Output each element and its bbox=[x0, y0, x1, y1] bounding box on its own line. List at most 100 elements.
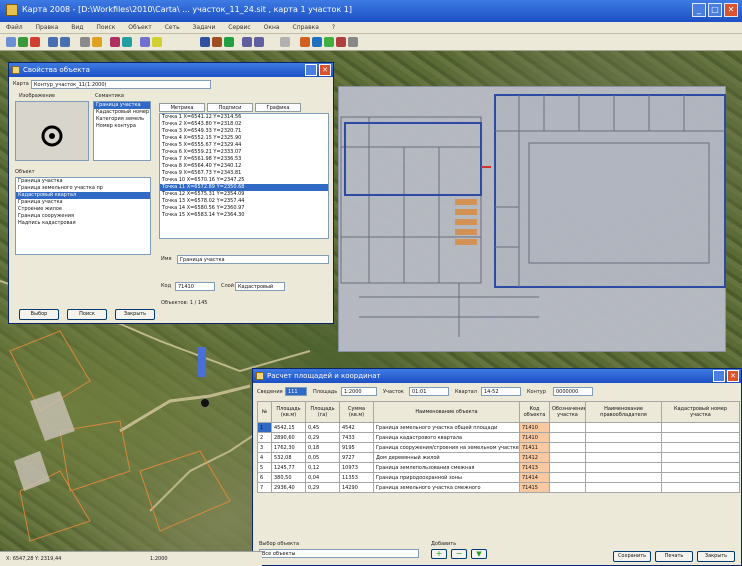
table-row[interactable]: 4 532,08 0,05 9727 Дом деревянный жилой 71412 bbox=[257, 452, 740, 463]
report-icon[interactable] bbox=[336, 37, 346, 47]
list-item[interactable]: Точка 15 X=6583.14 Y=2364.30 bbox=[160, 212, 328, 219]
column-header[interactable]: Наименование правообладателя bbox=[585, 401, 662, 423]
menu-question[interactable]: ? bbox=[332, 24, 335, 31]
table-cell[interactable]: 0,29 bbox=[305, 432, 340, 443]
minimize-icon[interactable]: _ bbox=[692, 3, 706, 17]
table-cell[interactable] bbox=[661, 482, 740, 493]
menu-help[interactable]: Справка bbox=[293, 24, 319, 31]
object-list[interactable]: Граница участка Граница земельного участ… bbox=[15, 177, 151, 255]
object-properties-window[interactable]: Свойства объекта ✕ Карта Контур_участок_… bbox=[8, 62, 334, 324]
table-row[interactable]: 2 2890,60 0,29 7433 Граница кадастрового ква… bbox=[257, 432, 740, 443]
settings-icon[interactable] bbox=[348, 37, 358, 47]
code-field[interactable]: 71410 bbox=[175, 282, 215, 291]
close-icon[interactable]: ✕ bbox=[319, 64, 331, 76]
table-cell[interactable]: Граница кадастрового квартала bbox=[373, 432, 520, 443]
table-icon[interactable] bbox=[324, 37, 334, 47]
column-header[interactable]: № bbox=[257, 401, 272, 423]
filter-field-quarter[interactable]: 14-52 bbox=[481, 387, 521, 396]
tab-labels[interactable]: Подписи bbox=[207, 103, 253, 112]
table-cell[interactable]: 7433 bbox=[339, 432, 374, 443]
restore-icon[interactable] bbox=[713, 370, 725, 382]
menu-windows[interactable]: Окна bbox=[264, 24, 280, 31]
list-item[interactable]: Строение жилое bbox=[16, 206, 150, 213]
table-cell[interactable] bbox=[549, 432, 586, 443]
table-cell[interactable]: 1 bbox=[257, 422, 272, 433]
list-item[interactable]: Надпись кадастровая bbox=[16, 220, 150, 227]
menu-object[interactable]: Объект bbox=[128, 24, 151, 31]
table-cell[interactable] bbox=[549, 442, 586, 453]
table-cell[interactable]: 71415 bbox=[519, 482, 550, 493]
save-icon[interactable] bbox=[18, 37, 28, 47]
table-cell[interactable]: Граница землепользования смежная bbox=[373, 462, 520, 473]
table-cell[interactable]: 380,50 bbox=[271, 472, 306, 483]
table-cell[interactable]: 0,05 bbox=[305, 452, 340, 463]
table-cell[interactable] bbox=[549, 482, 586, 493]
metrics-list[interactable]: Точка 1 X=6541.12 Y=2314.56 Точка 2 X=65… bbox=[159, 113, 329, 239]
map-icon[interactable] bbox=[300, 37, 310, 47]
table-cell[interactable]: 3 bbox=[257, 442, 272, 453]
table-cell[interactable]: 532,08 bbox=[271, 452, 306, 463]
add-row-icon[interactable]: + bbox=[431, 549, 447, 559]
table-cell[interactable]: 0,04 bbox=[305, 472, 340, 483]
menu-service[interactable]: Сервис bbox=[228, 24, 250, 31]
table-cell[interactable]: 4 bbox=[257, 452, 272, 463]
table-cell[interactable] bbox=[661, 452, 740, 463]
list-item[interactable]: Граница сооружения bbox=[16, 213, 150, 220]
table-cell[interactable] bbox=[585, 452, 662, 463]
plan-drawing[interactable] bbox=[338, 86, 726, 352]
table-row[interactable]: 5 1245,77 0,12 10973 Граница землепользовани… bbox=[257, 462, 740, 473]
close-button[interactable]: Закрыть bbox=[115, 309, 155, 320]
table-cell[interactable]: 6 bbox=[257, 472, 272, 483]
close-icon[interactable]: ✕ bbox=[727, 370, 739, 382]
list-item[interactable]: Кадастровый квартал bbox=[16, 192, 150, 199]
table-cell[interactable]: 71414 bbox=[519, 472, 550, 483]
list-item[interactable]: Точка 8 X=6564.40 Y=2340.12 bbox=[160, 163, 328, 170]
area-table-titlebar[interactable]: Расчет площадей и координат ✕ bbox=[253, 369, 741, 383]
table-row[interactable]: 1 4542,15 0,45 4542 Граница земельного участ… bbox=[257, 422, 740, 433]
table-cell[interactable]: 7 bbox=[257, 482, 272, 493]
menu-view[interactable]: Вид bbox=[71, 24, 83, 31]
map-field[interactable]: Контур_участок_11(1:2000) bbox=[31, 80, 211, 89]
remove-row-icon[interactable]: − bbox=[451, 549, 467, 559]
filter-field-info[interactable]: 111 bbox=[285, 387, 307, 396]
search-button[interactable]: Поиск bbox=[67, 309, 107, 320]
edit-icon[interactable] bbox=[212, 37, 222, 47]
menu-tasks[interactable]: Задачи bbox=[193, 24, 216, 31]
table-cell[interactable] bbox=[585, 442, 662, 453]
close-icon[interactable]: ✕ bbox=[724, 3, 738, 17]
table-cell[interactable] bbox=[549, 472, 586, 483]
semantics-list[interactable]: Граница участка Кадастровый номер Катего… bbox=[93, 101, 151, 161]
table-cell[interactable] bbox=[585, 422, 662, 433]
search-icon[interactable] bbox=[312, 37, 322, 47]
menu-file[interactable]: Файл bbox=[6, 24, 23, 31]
list-item[interactable]: Точка 2 X=6543.80 Y=2318.02 bbox=[160, 121, 328, 128]
add-object-icon[interactable] bbox=[224, 37, 234, 47]
table-cell[interactable] bbox=[585, 432, 662, 443]
list-item[interactable]: Граница участка bbox=[16, 199, 150, 206]
menu-edit[interactable]: Правка bbox=[36, 24, 59, 31]
table-cell[interactable]: 71410 bbox=[519, 422, 550, 433]
table-cell[interactable]: 0,29 bbox=[305, 482, 340, 493]
list-item[interactable]: Точка 11 X=6572.89 Y=2350.68 bbox=[160, 184, 328, 191]
cursor-icon[interactable] bbox=[80, 37, 90, 47]
open-icon[interactable] bbox=[6, 37, 16, 47]
table-cell[interactable]: 71411 bbox=[519, 442, 550, 453]
column-header[interactable]: Площадь (кв.м) bbox=[271, 401, 306, 423]
list-item[interactable]: Точка 9 X=6567.73 Y=2343.81 bbox=[160, 170, 328, 177]
menu-search[interactable]: Поиск bbox=[96, 24, 115, 31]
name-field[interactable]: Граница участка bbox=[177, 255, 329, 264]
table-cell[interactable]: Граница природоохранной зоны bbox=[373, 472, 520, 483]
close-button[interactable]: Закрыть bbox=[697, 551, 735, 562]
tab-metrics[interactable]: Метрика bbox=[159, 103, 205, 112]
table-row[interactable]: 3 1762,30 0,18 9195 Граница сооружения/строе… bbox=[257, 442, 740, 453]
list-item[interactable]: Точка 6 X=6559.21 Y=2333.07 bbox=[160, 149, 328, 156]
table-cell[interactable]: 0,12 bbox=[305, 462, 340, 473]
print-button[interactable]: Печать bbox=[655, 551, 693, 562]
table-cell[interactable]: 0,18 bbox=[305, 442, 340, 453]
tab-graphics[interactable]: Графика bbox=[255, 103, 301, 112]
list-item[interactable]: Точка 5 X=6555.67 Y=2329.44 bbox=[160, 142, 328, 149]
table-cell[interactable] bbox=[661, 462, 740, 473]
table-cell[interactable] bbox=[661, 432, 740, 443]
list-item[interactable]: Точка 4 X=6552.15 Y=2325.90 bbox=[160, 135, 328, 142]
list-item[interactable]: Точка 10 X=6570.16 Y=2347.25 bbox=[160, 177, 328, 184]
